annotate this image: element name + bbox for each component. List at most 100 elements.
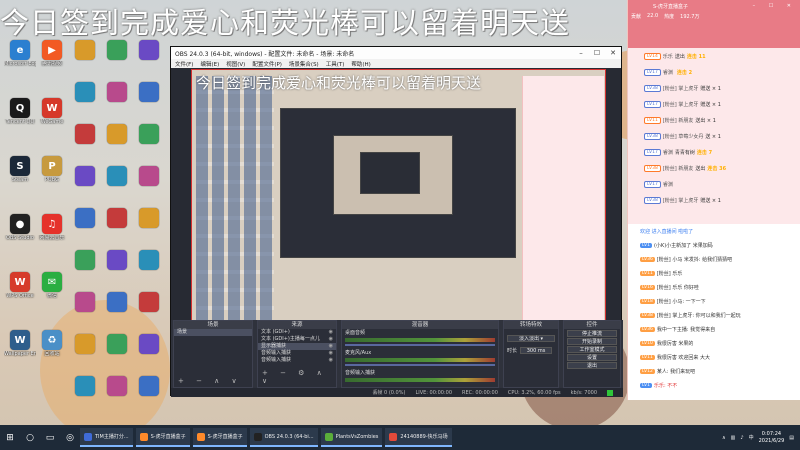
eye-icon[interactable]: ◉ bbox=[329, 350, 333, 357]
taskbar-task[interactable]: PlantsVsZombies bbox=[320, 428, 383, 447]
desktop-icon[interactable]: ● OBS Studio bbox=[4, 214, 36, 256]
eye-icon[interactable]: ◉ bbox=[329, 357, 333, 364]
task-view-icon[interactable]: ▭ bbox=[40, 425, 60, 450]
desktop-icon[interactable] bbox=[101, 292, 133, 334]
preview-desktop-icons bbox=[196, 76, 274, 346]
desktop-icon[interactable] bbox=[69, 166, 101, 208]
minimize-icon[interactable]: – bbox=[573, 49, 589, 57]
exit-button[interactable]: 退出 bbox=[567, 362, 617, 369]
menu-help[interactable]: 帮助(H) bbox=[351, 60, 370, 68]
source-controls[interactable]: + − ⚙ ∧ ∨ bbox=[262, 369, 336, 385]
source-item[interactable]: 文本 (GDI+)主播每一点儿 ◉ bbox=[258, 336, 336, 343]
network-icon[interactable]: ▥ bbox=[731, 435, 736, 441]
stop-streaming-button[interactable]: 停止推流 bbox=[567, 330, 617, 337]
transition-select[interactable]: 淡入淡出 ▾ bbox=[507, 335, 555, 342]
desktop-icon[interactable] bbox=[133, 124, 165, 166]
desktop-icon[interactable] bbox=[133, 166, 165, 208]
windows-start-icon[interactable]: ⊞ bbox=[0, 425, 20, 450]
settings-button[interactable]: 设置 bbox=[567, 354, 617, 361]
desktop-icon[interactable] bbox=[133, 208, 165, 250]
sender-name: 睿渊 bbox=[662, 149, 673, 156]
source-label: 音频输入捕获 bbox=[261, 350, 292, 356]
obs-title-bar[interactable]: OBS 24.0.3 (64-bit, windows) - 配置文件: 未命名… bbox=[171, 47, 621, 59]
desktop-icon[interactable]: ♫ 网易云音乐 bbox=[36, 214, 68, 256]
desktop-icon[interactable] bbox=[69, 82, 101, 124]
taskbar-task[interactable]: S-虎牙直播盒子 bbox=[192, 428, 247, 447]
desktop-icon[interactable] bbox=[69, 208, 101, 250]
volume-slider[interactable] bbox=[345, 344, 495, 346]
gift-row: LV38 [粉丝] 草莓少女丹送 × 1 bbox=[628, 128, 800, 144]
obs-window[interactable]: OBS 24.0.3 (64-bit, windows) - 配置文件: 未命名… bbox=[170, 46, 623, 397]
desktop-icon[interactable] bbox=[101, 40, 133, 82]
huya-chat-panel[interactable]: S-虎牙直播盒子 – ☐ ✕ 贡献 22.0 热度 192.7万 LV14 乐乐送… bbox=[627, 0, 800, 400]
desktop-icon[interactable] bbox=[133, 250, 165, 292]
menu-file[interactable]: 文件(F) bbox=[175, 60, 193, 68]
desktop-icon[interactable]: eMicrosoft Edge bbox=[4, 40, 36, 82]
desktop-icon[interactable]: ♻ 回收站 bbox=[36, 330, 68, 372]
desktop-icon[interactable] bbox=[133, 40, 165, 82]
desktop-icon[interactable] bbox=[69, 292, 101, 334]
maximize-icon[interactable]: ☐ bbox=[589, 49, 605, 57]
desktop-icon[interactable]: ✉ 微信 bbox=[36, 272, 68, 314]
notification-icon[interactable]: ▤ bbox=[789, 435, 794, 441]
eye-icon[interactable]: ◉ bbox=[329, 329, 333, 336]
chevron-up-icon[interactable]: ∧ bbox=[722, 435, 726, 441]
desktop-icon[interactable] bbox=[101, 334, 133, 376]
desktop-icon[interactable] bbox=[101, 250, 133, 292]
desktop-icon[interactable] bbox=[133, 334, 165, 376]
taskbar-task[interactable]: TIM主播打分... bbox=[80, 428, 133, 447]
source-item[interactable]: 文本 (GDI+) ◉ bbox=[258, 329, 336, 336]
desktop-icon[interactable] bbox=[133, 292, 165, 334]
desktop-icon[interactable] bbox=[101, 166, 133, 208]
desktop-icon[interactable] bbox=[69, 124, 101, 166]
ime-icon[interactable]: 中 bbox=[749, 434, 754, 441]
scene-item[interactable]: 场景 bbox=[174, 329, 252, 336]
search-icon[interactable]: ○ bbox=[20, 425, 40, 450]
steam-icon[interactable]: ◎ bbox=[60, 425, 80, 450]
menu-scene-collection[interactable]: 场景集合(S) bbox=[289, 60, 319, 68]
desktop-icon[interactable]: W WeGame bbox=[36, 98, 68, 140]
menu-tools[interactable]: 工具(T) bbox=[326, 60, 345, 68]
eye-icon[interactable]: ◉ bbox=[329, 336, 333, 343]
menu-view[interactable]: 视图(V) bbox=[226, 60, 245, 68]
scene-controls[interactable]: + − ∧ ∨ bbox=[178, 377, 242, 385]
menu-profile[interactable]: 配置文件(P) bbox=[252, 60, 282, 68]
desktop-icon[interactable]: S Steam bbox=[4, 156, 36, 198]
taskbar-task[interactable]: S-虎牙直播盒子 bbox=[135, 428, 190, 447]
duration-input[interactable]: 300 ms bbox=[520, 347, 553, 354]
source-item[interactable]: 音频输入捕获 ◉ bbox=[258, 357, 336, 364]
studio-mode-button[interactable]: 工作室模式 bbox=[567, 346, 617, 353]
desktop-icon[interactable] bbox=[133, 82, 165, 124]
taskbar-clock[interactable]: 0:07:24 2021/6/29 bbox=[759, 431, 785, 445]
desktop-icon[interactable] bbox=[69, 40, 101, 82]
start-recording-button[interactable]: 开始录制 bbox=[567, 338, 617, 345]
chat-message: LV18 [粉丝] 小马: 一下一下 bbox=[628, 294, 800, 308]
desktop-icon[interactable] bbox=[69, 250, 101, 292]
desktop-icon[interactable] bbox=[69, 334, 101, 376]
desktop-icon[interactable]: WWallpaper Engine bbox=[4, 330, 36, 372]
source-item[interactable]: 显示器捕获 ◉ bbox=[258, 343, 336, 350]
desktop-icon[interactable] bbox=[101, 208, 133, 250]
desktop-icon[interactable] bbox=[133, 376, 165, 418]
taskbar-task[interactable]: OBS 24.0.3 (64-bi... bbox=[249, 428, 318, 447]
desktop-icon[interactable] bbox=[101, 376, 133, 418]
desktop-icon[interactable]: Q Tencent QQ bbox=[4, 98, 36, 140]
source-item[interactable]: 音频输入捕获 ◉ bbox=[258, 350, 336, 357]
taskbar-task[interactable]: 24140889-快乐马场 bbox=[385, 428, 452, 447]
desktop-icon[interactable]: ▶ 腾讯视频 bbox=[36, 40, 68, 82]
window-controls[interactable]: – ☐ ✕ bbox=[753, 3, 797, 10]
desktop-icon[interactable]: W WPS Office bbox=[4, 272, 36, 314]
volume-icon[interactable]: ♪ bbox=[740, 435, 743, 441]
gift-row: LV17 睿渊 bbox=[628, 176, 800, 192]
desktop-icon[interactable] bbox=[101, 124, 133, 166]
eye-icon[interactable]: ◉ bbox=[329, 343, 333, 350]
obs-preview[interactable]: 今日签到完成爱心和荧光棒可以留着明天送 bbox=[191, 69, 606, 355]
volume-meter bbox=[345, 338, 495, 342]
volume-slider[interactable] bbox=[345, 364, 495, 366]
desktop-icon[interactable]: P PUBG bbox=[36, 156, 68, 198]
desktop-icon[interactable] bbox=[69, 376, 101, 418]
close-icon[interactable]: ✕ bbox=[605, 49, 621, 57]
menu-edit[interactable]: 编辑(E) bbox=[200, 60, 219, 68]
chat-message-text: 我很厉害 米果的 bbox=[656, 340, 694, 347]
desktop-icon[interactable] bbox=[101, 82, 133, 124]
